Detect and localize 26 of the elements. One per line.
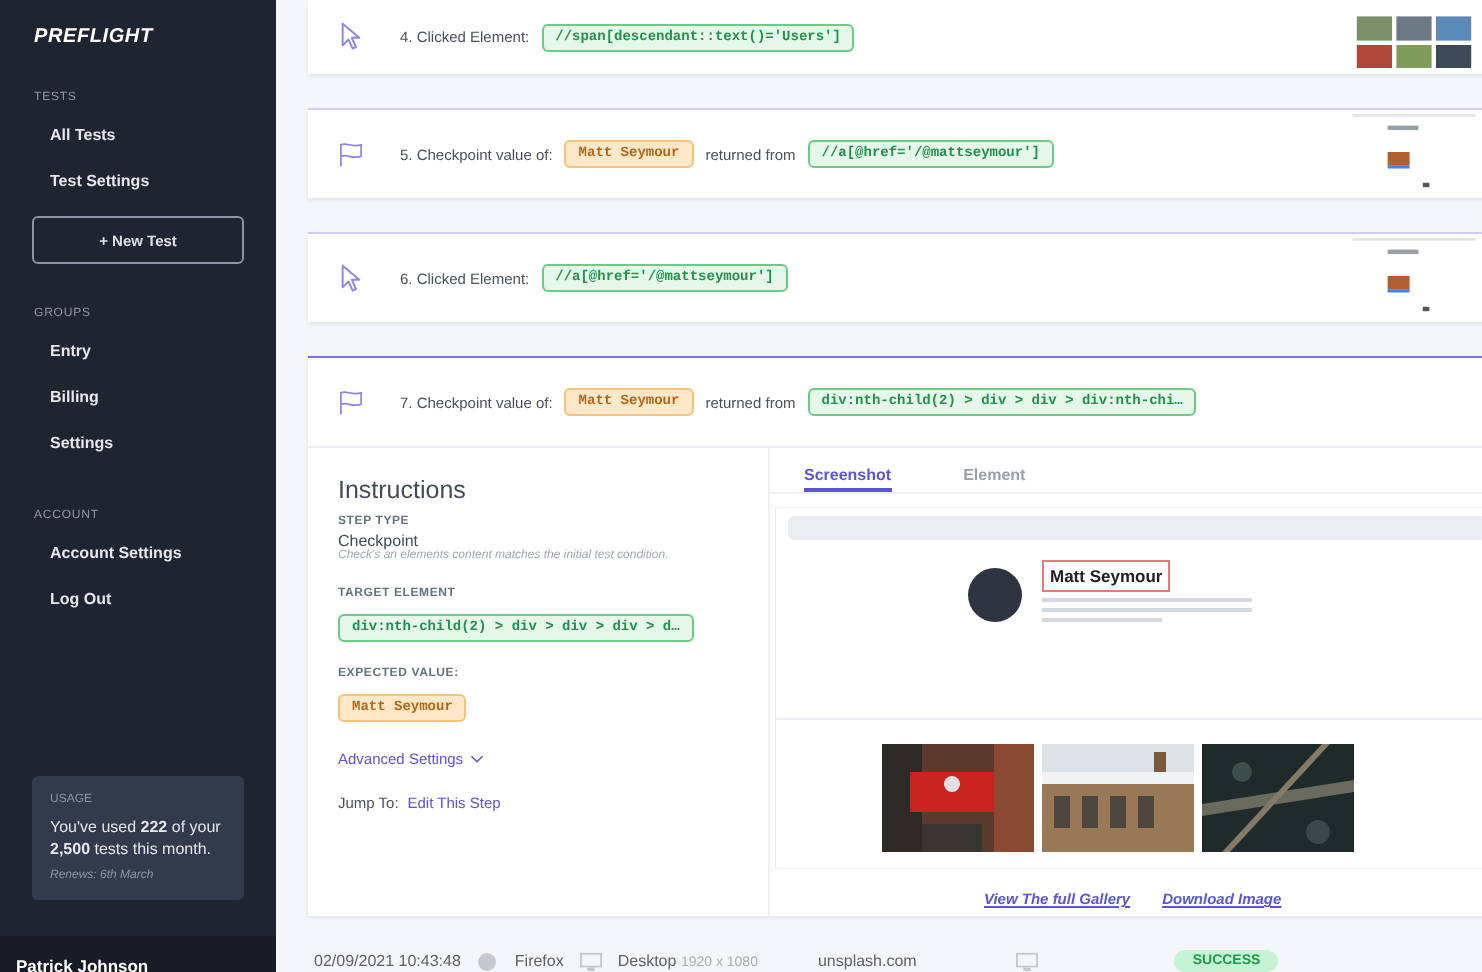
flag-icon xyxy=(338,139,364,169)
cursor-icon xyxy=(338,263,364,293)
nav-item[interactable]: Account Settings xyxy=(50,530,276,576)
avatar xyxy=(968,568,1022,622)
tab[interactable]: Screenshot xyxy=(804,448,892,492)
run-domain: unsplash.com xyxy=(817,952,917,970)
step-type: Checkpoint xyxy=(338,532,419,550)
nav-item[interactable]: Entry xyxy=(50,328,276,374)
instructions-title: Instructions xyxy=(338,476,468,504)
monitor-icon xyxy=(579,951,602,971)
globe-icon xyxy=(476,951,499,971)
monitor-icon xyxy=(1016,951,1039,971)
nav-item[interactable]: Settings xyxy=(50,420,276,466)
nav-item[interactable]: Log Out xyxy=(50,576,276,622)
run-timestamp: 02/09/2021 10:43:48 xyxy=(314,952,461,970)
profile-name: Matt Seymour xyxy=(1042,560,1171,592)
usage-text: You've used 222 of your 2,500 tests this month. xyxy=(50,816,223,860)
nav-item[interactable]: Billing xyxy=(50,374,276,420)
cursor-icon xyxy=(338,22,364,52)
run-browser: Firefox xyxy=(514,952,564,970)
logo: PREFLIGHT xyxy=(34,26,156,48)
chevron-down-icon xyxy=(469,754,484,764)
nav-item[interactable]: Test Settings xyxy=(50,158,276,204)
flag-icon xyxy=(338,387,364,417)
user-name[interactable]: Patrick Johnson xyxy=(16,956,149,972)
nav-item[interactable]: All Tests xyxy=(50,112,276,158)
